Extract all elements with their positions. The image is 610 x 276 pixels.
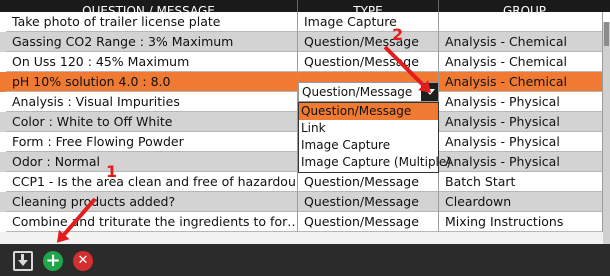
row-type-cell[interactable]: Question/Message [298,212,439,232]
row-group-cell[interactable]: Analysis - Physical [439,152,603,172]
dropdown-option-question-message[interactable]: Question/Message [299,103,438,120]
row-group-cell[interactable] [439,12,603,32]
row-question-cell[interactable]: pH 10% solution 4.0 : 8.0 [6,72,298,92]
row-question-cell[interactable]: Analysis : Visual Impurities [6,92,298,112]
row-group-cell[interactable]: Analysis - Chemical [439,72,603,92]
toolbar: + ✕ [0,244,610,276]
annotation-label-2: 2 [392,25,404,44]
row-question-cell[interactable]: Cleaning products added? [6,192,298,212]
row-question-cell[interactable]: Gassing CO2 Range : 3% Maximum [6,32,298,52]
table-row[interactable]: CCP1 - Is the area clean and free of haz… [0,172,610,192]
row-group-cell[interactable]: Mixing Instructions [439,212,603,232]
row-question-cell[interactable]: Form : Free Flowing Powder [6,132,298,152]
dropdown-option-link[interactable]: Link [299,120,438,137]
vertical-scrollbar[interactable] [603,22,610,244]
row-question-cell[interactable]: Combine and triturate the ingredients to… [6,212,298,232]
row-question-cell[interactable]: Odor : Normal [6,152,298,172]
table-row[interactable]: Combine and triturate the ingredients to… [0,212,610,232]
add-button[interactable]: + [43,251,63,271]
type-select[interactable]: Question/Message [298,82,439,102]
dropdown-option-image-capture[interactable]: Image Capture [299,137,438,154]
row-type-cell[interactable]: Question/Message [298,172,439,192]
export-icon[interactable] [13,251,33,271]
table-row[interactable]: Take photo of trailer license plate Image… [0,12,610,32]
row-group-cell[interactable]: Analysis - Chemical [439,52,603,72]
row-group-cell[interactable]: Analysis - Physical [439,92,603,112]
table-row[interactable]: On Uss 120 : 45% Maximum Question/Message… [0,52,610,72]
row-question-cell[interactable]: On Uss 120 : 45% Maximum [6,52,298,72]
row-group-cell[interactable]: Batch Start [439,172,603,192]
row-type-cell[interactable]: Question/Message [298,32,439,52]
dropdown-option-image-capture-multiple[interactable]: Image Capture (Multiple) [299,154,451,171]
annotation-label-1: 1 [106,162,118,181]
delete-button[interactable]: ✕ [73,251,93,271]
type-select-value: Question/Message [302,85,413,99]
scrollbar-thumb[interactable] [604,22,609,46]
row-group-cell[interactable]: Analysis - Physical [439,132,603,152]
row-group-cell[interactable]: Analysis - Physical [439,112,603,132]
row-question-cell[interactable]: Color : White to Off White [6,112,298,132]
row-type-cell[interactable]: Question/Message [298,52,439,72]
row-group-cell[interactable]: Cleardown [439,192,603,212]
row-group-cell[interactable]: Analysis - Chemical [439,32,603,52]
table-row[interactable]: Gassing CO2 Range : 3% Maximum Question/M… [0,32,610,52]
type-dropdown-list: Question/Message Link Image Capture Imag… [298,102,451,173]
question-grid: QUESTION / MESSAGE TYPE GROUP Take photo… [0,0,610,244]
row-question-cell[interactable]: CCP1 - Is the area clean and free of haz… [6,172,298,192]
row-type-cell[interactable]: Question/Message [298,192,439,212]
row-type-cell[interactable]: Image Capture [298,12,439,32]
row-question-cell[interactable]: Take photo of trailer license plate [6,12,298,32]
